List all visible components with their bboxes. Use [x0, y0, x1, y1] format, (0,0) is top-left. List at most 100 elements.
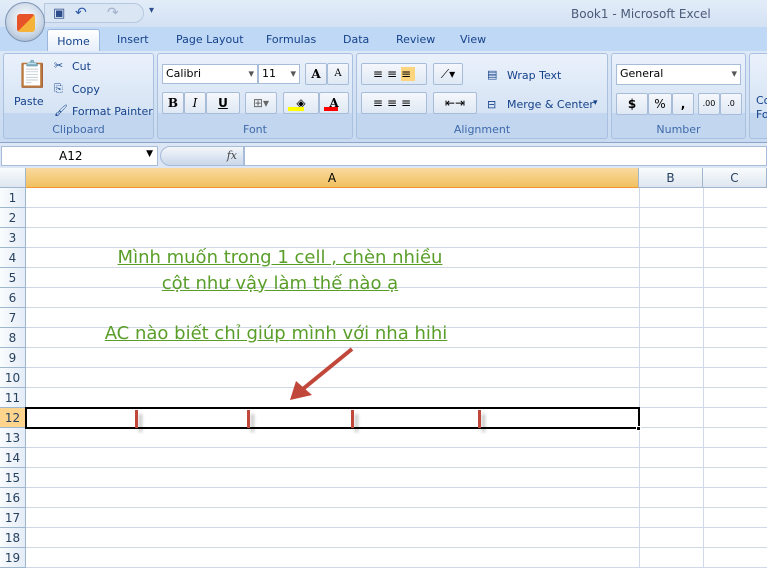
row-header-1[interactable]: 1 [0, 188, 26, 208]
paste-button[interactable]: Paste [14, 95, 44, 108]
wrap-text-icon: ▤ [487, 68, 498, 81]
fill-handle[interactable] [636, 426, 641, 431]
gridline [26, 547, 767, 548]
copy-button[interactable]: Copy [72, 83, 100, 96]
column-header-a[interactable]: A [26, 168, 639, 188]
gridline [703, 188, 704, 567]
orientation-button[interactable]: ⟋▾ [433, 63, 463, 85]
column-header-b[interactable]: B [639, 168, 703, 188]
wrap-text-button[interactable]: Wrap Text [507, 69, 561, 82]
font-color-swatch [324, 107, 338, 111]
row-header-5[interactable]: 5 [0, 268, 26, 288]
column-divider-mark [247, 410, 250, 428]
currency-button[interactable]: $ [616, 93, 648, 115]
ribbon-tabs: Home Insert Page Layout Formulas Data Re… [0, 27, 767, 52]
office-button[interactable] [5, 2, 45, 42]
tab-review[interactable]: Review [396, 33, 435, 46]
row-header-12[interactable]: 12 [0, 408, 26, 428]
font-name-select[interactable]: Calibri ▾ [162, 64, 258, 84]
selected-cell-a12[interactable] [25, 407, 640, 429]
row-header-10[interactable]: 10 [0, 368, 26, 388]
tab-formulas[interactable]: Formulas [266, 33, 316, 46]
row-header-6[interactable]: 6 [0, 288, 26, 308]
font-color-button[interactable]: A [319, 92, 349, 114]
row-header-19[interactable]: 19 [0, 548, 26, 568]
italic-button[interactable]: I [184, 92, 206, 114]
number-group: General ▾ $ % , .00 .0 Number [611, 53, 746, 139]
column-divider-mark [351, 410, 354, 428]
tab-home[interactable]: Home [47, 29, 100, 52]
grow-font-button[interactable]: A [305, 63, 327, 85]
row-header-17[interactable]: 17 [0, 508, 26, 528]
vertical-align-buttons[interactable]: ≡≡≡ [361, 63, 427, 85]
quick-access-toolbar: ▣ ↶ ↷ [44, 3, 144, 23]
name-box[interactable]: A12 ▼ [1, 146, 158, 166]
number-format-select[interactable]: General ▾ [616, 64, 741, 85]
fill-color-swatch [288, 107, 304, 111]
fill-color-button[interactable]: ◈ [283, 92, 319, 114]
horizontal-align-buttons[interactable]: ≡≡≡ [361, 92, 427, 114]
shrink-font-button[interactable]: A [327, 63, 349, 85]
number-format-value: General [620, 67, 664, 80]
row-header-18[interactable]: 18 [0, 528, 26, 548]
tab-view[interactable]: View [460, 33, 486, 46]
bold-button[interactable]: B [162, 92, 184, 114]
formula-input[interactable] [244, 146, 767, 166]
underline-button[interactable]: U [206, 92, 240, 114]
row-header-3[interactable]: 3 [0, 228, 26, 248]
number-label: Number [656, 123, 701, 136]
window-title: Book1 - Microsoft Excel [571, 7, 711, 21]
chevron-down-icon[interactable]: ▼ [146, 149, 153, 159]
insert-function-button[interactable]: fx [160, 146, 244, 166]
title-bar: ▣ ↶ ↷ ▾ Book1 - Microsoft Excel [0, 0, 767, 27]
row-header-8[interactable]: 8 [0, 328, 26, 348]
row-header-9[interactable]: 9 [0, 348, 26, 368]
font-size-select[interactable]: 11 ▾ [258, 64, 300, 84]
row-header-13[interactable]: 13 [0, 428, 26, 448]
gridline [26, 227, 767, 228]
formula-bar: A12 ▼ fx [0, 142, 767, 168]
merge-center-button[interactable]: Merge & Center [507, 98, 594, 111]
worksheet-grid[interactable]: A B C 1 2 3 4 5 6 7 8 9 10 11 12 13 14 15 16 17 18 19 Mình… [0, 168, 767, 568]
merge-center-icon: ⊟ [487, 98, 497, 111]
annotation-text: cột như vậy làm thế nào ạ [161, 273, 399, 294]
comma-button[interactable]: , [672, 93, 694, 115]
row-header-16[interactable]: 16 [0, 488, 26, 508]
row-header-2[interactable]: 2 [0, 208, 26, 228]
gridline [26, 347, 767, 348]
chevron-down-icon: ▾ [731, 67, 737, 80]
row-header-7[interactable]: 7 [0, 308, 26, 328]
gridline [26, 307, 767, 308]
arrow-icon [290, 347, 354, 400]
undo-icon[interactable]: ↶ [75, 5, 87, 21]
tab-page-layout[interactable]: Page Layout [176, 33, 244, 46]
tab-insert[interactable]: Insert [117, 33, 149, 46]
select-all-button[interactable] [0, 168, 26, 188]
customize-qat-icon[interactable]: ▾ [149, 5, 154, 16]
row-header-11[interactable]: 11 [0, 388, 26, 408]
align-left-center-right-icon: ≡≡≡ [372, 96, 416, 110]
gridline [26, 487, 767, 488]
column-header-c[interactable]: C [703, 168, 767, 188]
row-header-14[interactable]: 14 [0, 448, 26, 468]
chevron-down-icon: ▾ [248, 67, 254, 80]
chevron-down-icon[interactable]: ▾ [593, 98, 598, 108]
percent-button[interactable]: % [648, 93, 672, 115]
decrease-decimal-button[interactable]: .0 [720, 93, 742, 115]
format-painter-button[interactable]: Format Painter [72, 105, 153, 118]
row-header-15[interactable]: 15 [0, 468, 26, 488]
indent-buttons[interactable]: ⇤⇥ [433, 92, 477, 114]
gridline [26, 467, 767, 468]
save-icon[interactable]: ▣ [53, 6, 65, 21]
tab-data[interactable]: Data [343, 33, 369, 46]
conditional-formatting-button[interactable]: Co Fo [756, 94, 767, 122]
annotation-text: Mình muốn trong 1 cell , chèn nhiều [117, 247, 443, 268]
copy-icon: ⎘ [54, 82, 63, 95]
chevron-down-icon: ▾ [290, 67, 296, 80]
row-header-4[interactable]: 4 [0, 248, 26, 268]
gridline [26, 387, 767, 388]
increase-decimal-button[interactable]: .00 [698, 93, 720, 115]
cut-button[interactable]: Cut [72, 60, 91, 73]
borders-button[interactable]: ⊞▾ [245, 92, 277, 114]
redo-icon[interactable]: ↷ [107, 5, 119, 21]
